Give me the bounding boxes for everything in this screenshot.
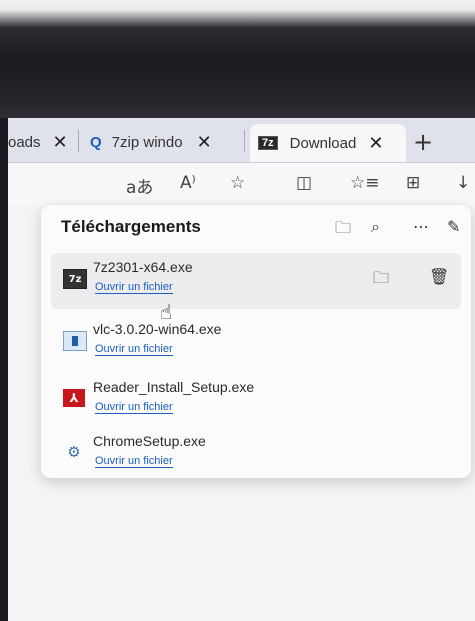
close-icon[interactable]: ✕ (197, 132, 212, 153)
tab-bar: oads ✕ Q 7zip windo ✕ 7z Download ✕ + (8, 118, 475, 163)
browser-toolbar: aあ A⁾ ☆ ◫ ☆≡ ⊞ ↓ (8, 163, 475, 205)
open-file-link[interactable]: Ouvrir un fichier (95, 281, 173, 294)
favorites-list-icon[interactable]: ☆≡ (350, 173, 379, 193)
tab-label: 7zip windo (111, 133, 183, 151)
collections-icon[interactable]: ⊞ (406, 173, 420, 193)
folder-icon[interactable]: 🗀 (373, 267, 389, 294)
tab-label: oads (8, 133, 41, 151)
tab-downloads-partial[interactable]: oads ✕ (8, 124, 68, 160)
file-name: ChromeSetup.exe (93, 433, 206, 449)
folder-icon[interactable]: 🗀 (335, 217, 351, 244)
download-item[interactable]: ⅄ Reader_Install_Setup.exe Ouvrir un fic… (51, 373, 461, 429)
download-item[interactable]: 7z 7z2301-x64.exe Ouvrir un fichier 🗀 🗑 (51, 253, 461, 309)
downloads-panel: Téléchargements 🗀 ⌕ ⋯ ✎ 7z 7z2301-x64.ex… (41, 205, 471, 478)
monitor-bezel (0, 0, 475, 118)
tab-download-active[interactable]: 7z Download ✕ (250, 124, 406, 162)
open-file-link[interactable]: Ouvrir un fichier (95, 455, 173, 468)
split-screen-icon[interactable]: ◫ (296, 173, 312, 193)
download-item[interactable]: ⚙ ChromeSetup.exe Ouvrir un fichier (51, 427, 461, 483)
favorite-star-icon[interactable]: ☆ (230, 173, 245, 193)
read-aloud-icon[interactable]: aあ (126, 173, 153, 198)
acrobat-icon: ⅄ (63, 389, 85, 407)
hand-cursor-icon: ☝ (160, 300, 173, 324)
close-icon[interactable]: ✕ (368, 133, 383, 154)
file-name: 7z2301-x64.exe (93, 259, 193, 275)
close-icon[interactable]: ✕ (53, 132, 68, 153)
trash-icon[interactable]: 🗑 (429, 267, 449, 286)
more-options-icon[interactable]: ⋯ (413, 217, 429, 236)
open-file-link[interactable]: Ouvrir un fichier (95, 343, 173, 356)
downloads-icon[interactable]: ↓ (456, 173, 470, 193)
new-tab-button[interactable]: + (413, 128, 433, 156)
pin-icon[interactable]: ✎ (447, 217, 460, 236)
file-name: Reader_Install_Setup.exe (93, 379, 255, 395)
tab-label: Download (289, 134, 357, 152)
7zip-icon: 7z (258, 136, 278, 150)
tab-divider (244, 130, 245, 152)
immersive-reader-icon[interactable]: A⁾ (180, 173, 196, 193)
installer-icon (63, 331, 87, 351)
7zip-icon: 7z (63, 269, 87, 289)
setup-icon: ⚙ (67, 443, 81, 461)
open-file-link[interactable]: Ouvrir un fichier (95, 401, 173, 414)
tab-7zip-search[interactable]: Q 7zip windo ✕ (90, 124, 212, 160)
search-icon[interactable]: ⌕ (371, 217, 380, 237)
file-name: vlc-3.0.20-win64.exe (93, 321, 222, 337)
search-icon: Q (90, 133, 102, 151)
monitor-bezel-left (0, 118, 8, 621)
download-item[interactable]: vlc-3.0.20-win64.exe Ouvrir un fichier (51, 315, 461, 371)
panel-title: Téléchargements (61, 217, 201, 236)
tab-divider (78, 130, 79, 152)
